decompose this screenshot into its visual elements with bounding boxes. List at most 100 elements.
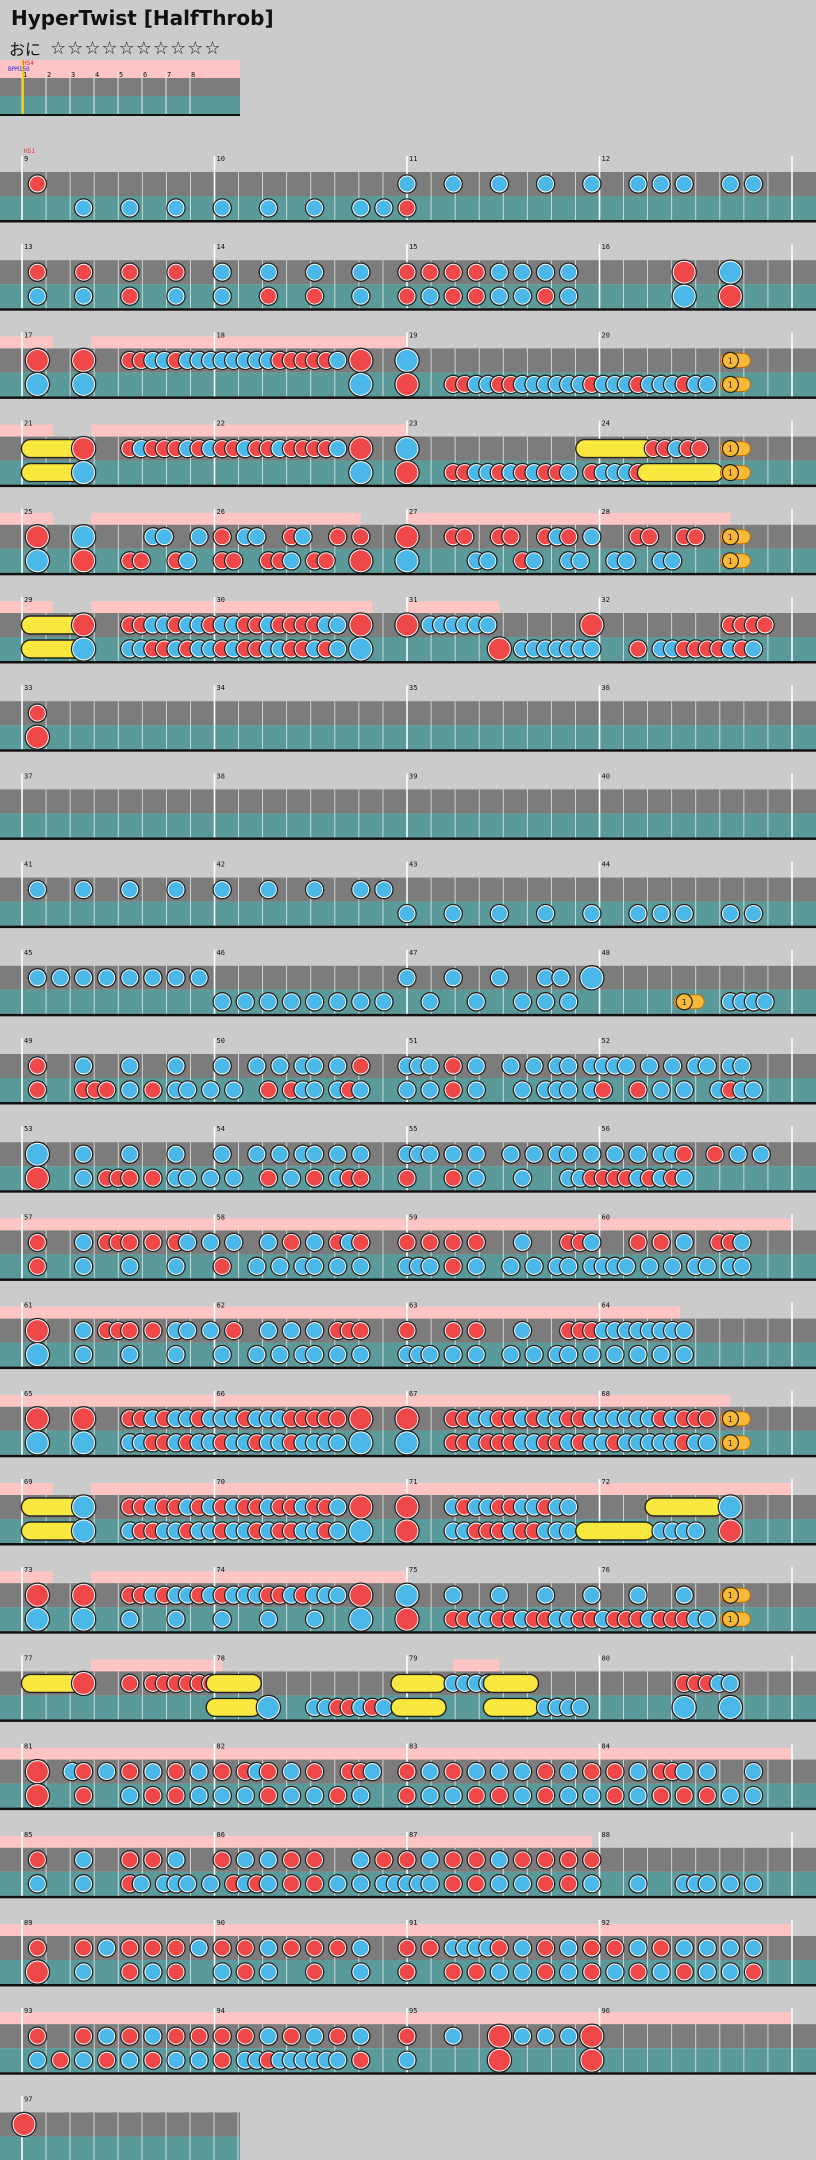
don-note (122, 288, 138, 304)
ka-note (445, 906, 461, 922)
don-note (29, 2028, 45, 2044)
measure-number: 66 (217, 1390, 225, 1398)
ka-note (468, 1170, 484, 1186)
ka-note (122, 1347, 138, 1363)
ka-note (76, 1852, 92, 1868)
ka-note (307, 1146, 323, 1162)
ka-note (307, 1323, 323, 1339)
big-don-note (350, 1496, 372, 1518)
drumroll-note (390, 1673, 447, 1694)
don-note (284, 1234, 299, 1250)
measure-number: 29 (24, 596, 32, 604)
measure-number: 34 (217, 684, 225, 692)
ka-note (561, 1788, 577, 1804)
ka-note (422, 288, 438, 304)
ka-note (214, 1058, 230, 1074)
don-note (607, 1764, 623, 1780)
ka-note (330, 1058, 346, 1074)
big-ka-note (73, 1608, 95, 1630)
measure-number: 76 (602, 1566, 610, 1574)
don-note (284, 2028, 299, 2044)
don-note (653, 1788, 669, 1804)
ka-note (76, 1170, 92, 1186)
measure-number: 28 (602, 508, 610, 516)
ka-note (214, 1146, 230, 1162)
drumroll-note (636, 462, 725, 483)
big-don-note (73, 1584, 95, 1606)
row-bottom-line (0, 1719, 816, 1722)
ka-note (284, 1788, 299, 1804)
don-note (630, 1964, 646, 1980)
don-note (145, 1852, 161, 1868)
ka-note (353, 1082, 369, 1098)
don-note (468, 1876, 484, 1892)
ka-note (515, 1876, 530, 1892)
measure-number: 16 (602, 243, 610, 251)
measure-row: 53 54 55 56 (0, 1125, 816, 1193)
big-don-note (73, 349, 95, 371)
ka-note (515, 1964, 530, 1980)
measure-number: 91 (409, 1919, 417, 1927)
don-note (122, 1852, 138, 1868)
ka-note (156, 529, 172, 545)
balloon-count: 1 (728, 557, 733, 566)
don-note (330, 1788, 346, 1804)
don-note (330, 1411, 346, 1427)
big-ka-note (26, 373, 48, 395)
ka-note (699, 1964, 715, 1980)
drumroll-note (390, 1697, 447, 1718)
measure-number: 59 (409, 1213, 417, 1221)
balloon-count: 1 (682, 998, 687, 1007)
big-ka-note (73, 1520, 95, 1542)
measure-number: 74 (217, 1566, 225, 1574)
measure-number: 69 (24, 1478, 32, 1486)
don-note (584, 1764, 600, 1780)
measure-number: 92 (602, 1919, 610, 1927)
ka-note (468, 1347, 484, 1363)
big-don-note (396, 1520, 418, 1542)
don-note (653, 1234, 669, 1250)
ka-note (260, 1234, 276, 1250)
ka-note (553, 970, 569, 986)
big-ka-note (26, 1344, 48, 1366)
lane-top (0, 789, 816, 814)
measure-row: 69 70 71 72 (0, 1478, 816, 1546)
measure-row: 25 26 27 28 1 1 (0, 508, 816, 576)
don-note (676, 1964, 692, 1980)
ka-note (330, 1587, 346, 1603)
ka-note (491, 970, 507, 986)
ka-note (168, 1611, 184, 1627)
measure-number: 37 (24, 772, 32, 780)
ka-note (353, 1964, 369, 1980)
big-ka-note (350, 373, 372, 395)
measure-number: 51 (409, 1037, 417, 1045)
balloon-count: 1 (728, 445, 733, 454)
ka-note (399, 906, 415, 922)
don-note (699, 1788, 715, 1804)
ka-note (538, 970, 554, 986)
measure-number: 96 (602, 2007, 610, 2015)
don-note (353, 1058, 369, 1074)
ka-note (538, 264, 554, 280)
measure-number: 32 (602, 596, 610, 604)
ka-note (722, 1675, 738, 1691)
ka-note (422, 1876, 438, 1892)
balloon-count: 1 (728, 1615, 733, 1624)
don-note (145, 1170, 161, 1186)
ka-note (618, 553, 634, 569)
ka-note (734, 1258, 750, 1274)
don-note (538, 1940, 554, 1956)
measure-number: 43 (409, 861, 417, 869)
don-note (168, 1940, 184, 1956)
big-ka-note (26, 1608, 48, 1630)
don-note (330, 1940, 346, 1956)
ka-note (561, 994, 577, 1010)
ka-note (122, 1788, 138, 1804)
ka-note (676, 1234, 692, 1250)
big-ka-note (350, 638, 372, 660)
measure-number: 13 (24, 243, 32, 251)
ka-note (399, 2052, 415, 2068)
gogo-band (91, 336, 408, 349)
gogo-band (91, 512, 361, 525)
ka-note (422, 1058, 438, 1074)
